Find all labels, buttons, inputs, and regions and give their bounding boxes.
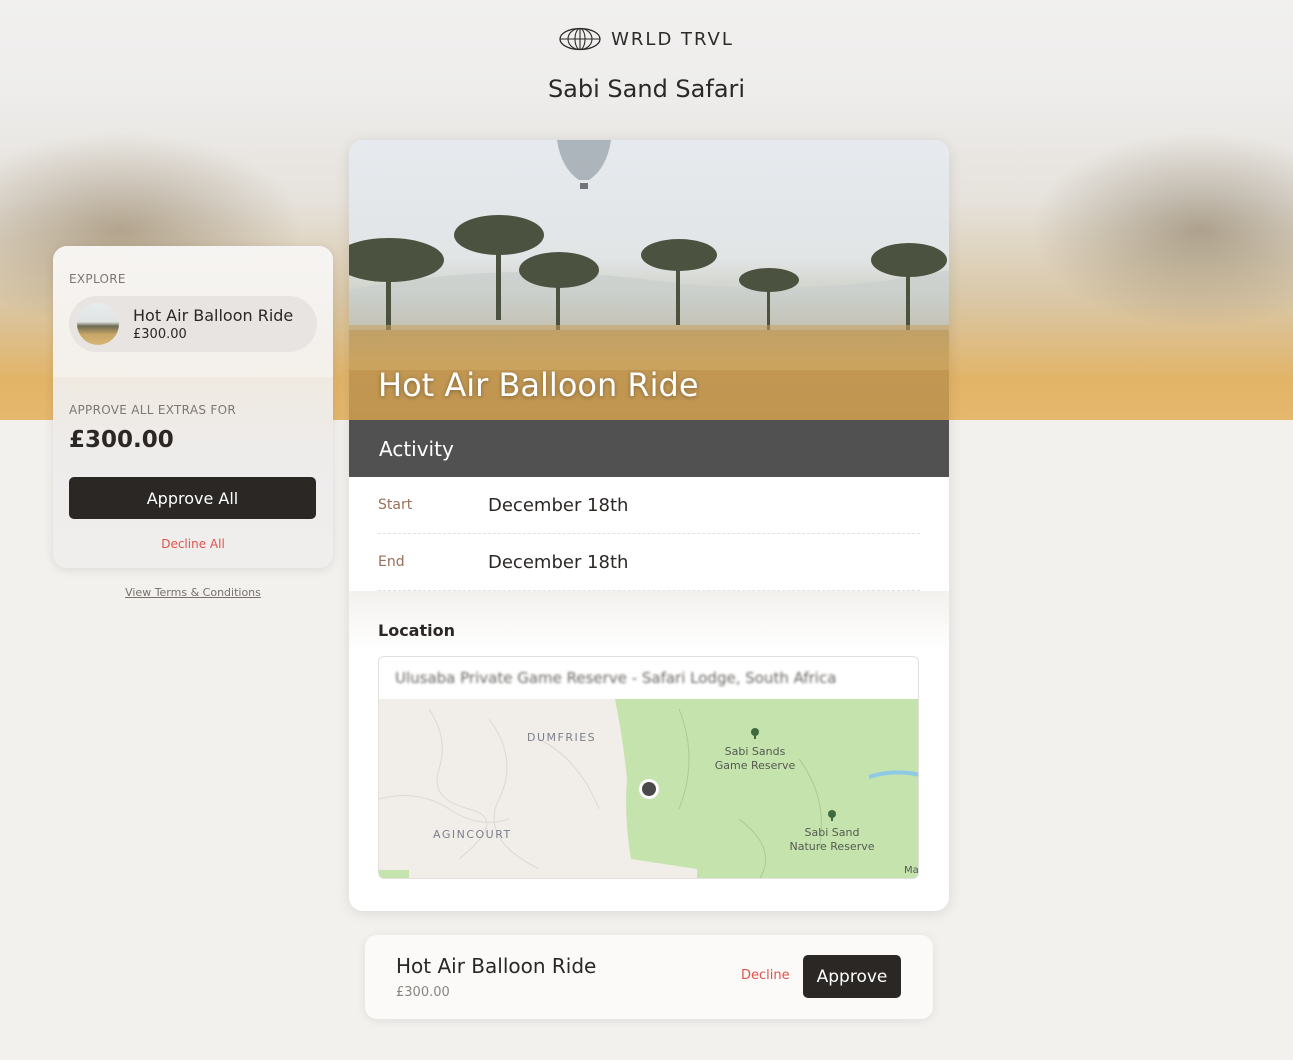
location-map-card: Ulusaba Private Game Reserve - Safari Lo… — [378, 656, 919, 879]
end-label: End — [378, 554, 405, 570]
activity-thumbnail — [77, 303, 119, 345]
page-title: Sabi Sand Safari — [547, 75, 746, 103]
globe-icon — [559, 27, 601, 51]
map-label-agincourt: AGINCOURT — [433, 828, 512, 841]
explore-section: EXPLORE Hot Air Balloon Ride £300.00 — [53, 246, 333, 377]
decline-all-link[interactable]: Decline All — [69, 537, 317, 551]
explore-label: EXPLORE — [69, 272, 126, 286]
total-amount: £300.00 — [69, 427, 174, 453]
decline-button[interactable]: Decline — [741, 968, 790, 983]
activity-type-bar: Activity — [349, 420, 949, 477]
map-label-sabi-sands: Sabi Sands — [725, 745, 786, 758]
activity-action-bar: Hot Air Balloon Ride £300.00 Decline App… — [365, 935, 933, 1019]
approve-all-label: APPROVE ALL EXTRAS FOR — [69, 403, 236, 417]
approve-section: APPROVE ALL EXTRAS FOR £300.00 Approve A… — [53, 377, 333, 568]
location-label: Location — [378, 621, 455, 640]
map-label-dumfries: DUMFRIES — [527, 731, 596, 744]
activity-photo: Hot Air Balloon Ride — [349, 140, 949, 420]
activity-card: Hot Air Balloon Ride Activity Start Dece… — [349, 140, 949, 911]
action-bar-price: £300.00 — [396, 985, 450, 1000]
map-label-game-reserve: Game Reserve — [715, 759, 796, 772]
location-section: Location Ulusaba Private Game Reserve - … — [349, 591, 949, 879]
location-address: Ulusaba Private Game Reserve - Safari Lo… — [395, 669, 837, 687]
approve-all-button[interactable]: Approve All — [69, 477, 316, 519]
explore-item-text: Hot Air Balloon Ride £300.00 — [133, 306, 293, 342]
start-label: Start — [378, 497, 413, 513]
explore-item-title: Hot Air Balloon Ride — [133, 306, 294, 325]
activity-title: Hot Air Balloon Ride — [378, 366, 699, 404]
terms-link[interactable]: View Terms & Conditions — [53, 586, 333, 599]
end-value: December 18th — [488, 551, 629, 573]
action-bar-title: Hot Air Balloon Ride — [396, 954, 597, 978]
map-label-nature-reserve: Nature Reserve — [789, 840, 874, 853]
approve-button[interactable]: Approve — [803, 955, 901, 998]
start-value: December 18th — [488, 494, 629, 516]
end-row: End December 18th — [378, 534, 920, 591]
location-pin-icon[interactable] — [639, 779, 659, 799]
explore-item-price: £300.00 — [133, 327, 187, 342]
brand-name: WRLD TRVL — [611, 28, 734, 50]
brand-header: WRLD TRVL — [0, 27, 1293, 51]
explore-item[interactable]: Hot Air Balloon Ride £300.00 — [69, 296, 317, 352]
map-label-sabi-sand: Sabi Sand — [805, 826, 860, 839]
start-row: Start December 18th — [378, 477, 920, 534]
map-label-edge: Ma — [904, 865, 919, 876]
approval-sidebar: EXPLORE Hot Air Balloon Ride £300.00 APP… — [53, 246, 333, 568]
location-map[interactable]: DUMFRIES AGINCOURT Sabi Sands Game Reser… — [379, 699, 919, 879]
